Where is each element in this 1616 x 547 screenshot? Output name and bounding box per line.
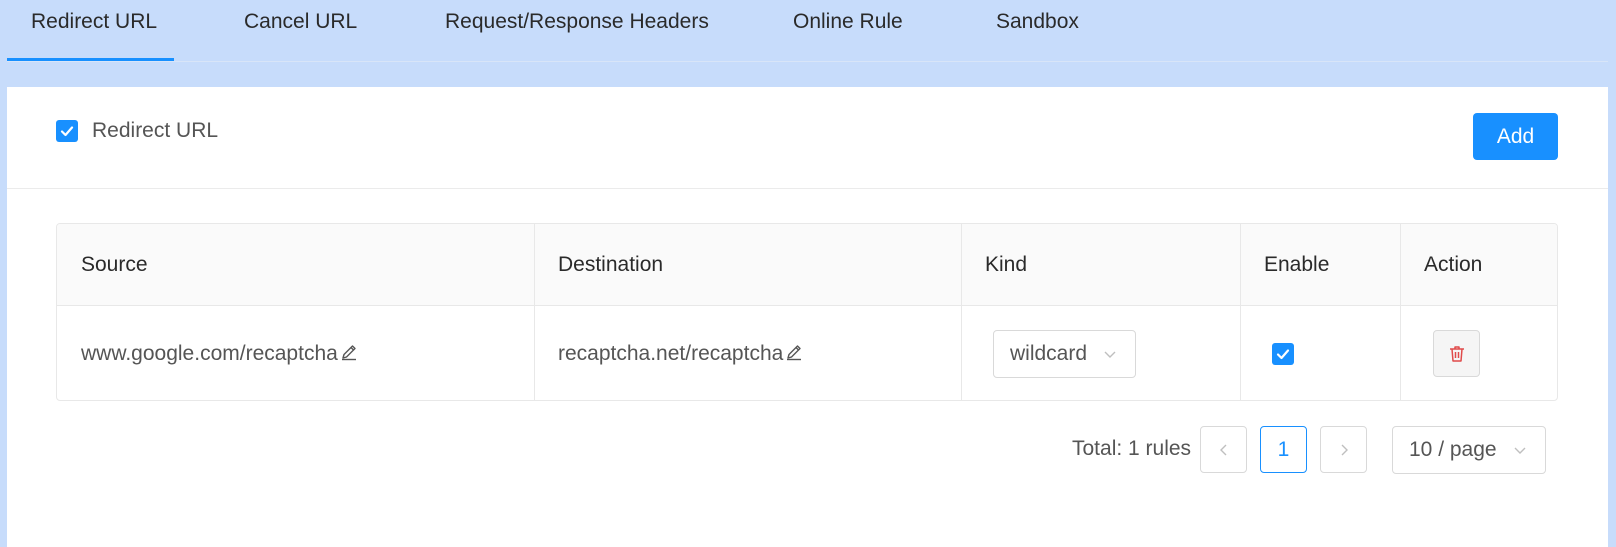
active-tab-indicator xyxy=(7,58,174,61)
delete-icon xyxy=(1449,345,1464,362)
tab-cancel-url[interactable]: Cancel URL xyxy=(244,0,357,44)
page-size-select[interactable]: 10 / page xyxy=(1392,426,1546,474)
column-header-kind: Kind xyxy=(985,253,1028,276)
tab-redirect-url[interactable]: Redirect URL xyxy=(31,0,157,44)
kind-select-value: wildcard xyxy=(1010,342,1088,365)
add-rule-button[interactable]: Add xyxy=(1473,113,1558,160)
tab-sandbox[interactable]: Sandbox xyxy=(996,0,1079,44)
kind-select[interactable]: wildcard xyxy=(993,330,1136,378)
card-header-divider xyxy=(7,188,1608,189)
prev-page-button[interactable] xyxy=(1200,426,1247,473)
source-text: www.google.com/recaptcha xyxy=(81,342,338,365)
enable-checkbox[interactable] xyxy=(1272,343,1294,365)
tab-online-rule[interactable]: Online Rule xyxy=(793,0,903,44)
tab-request-response-headers[interactable]: Request/Response Headers xyxy=(445,0,709,44)
pagination-total: Total: 1 rules xyxy=(1072,437,1192,460)
table-header: Source Destination Kind Enable Action xyxy=(57,224,1557,306)
chevron-left-icon xyxy=(1219,444,1226,455)
check-icon xyxy=(60,126,74,137)
destination-cell: recaptcha.net/recaptcha xyxy=(534,306,803,400)
column-header-action: Action xyxy=(1424,253,1483,276)
next-page-button[interactable] xyxy=(1320,426,1367,473)
redirect-url-enable-checkbox[interactable] xyxy=(56,120,78,142)
page-1-button[interactable]: 1 xyxy=(1260,426,1307,473)
column-header-enable: Enable xyxy=(1264,253,1330,276)
table-row: www.google.com/recaptcha recaptcha.net/r… xyxy=(57,306,1557,400)
page-size-value: 10 / page xyxy=(1409,438,1497,461)
chevron-down-icon xyxy=(1104,351,1116,358)
chevron-right-icon xyxy=(1341,444,1348,455)
rules-table: Source Destination Kind Enable Action ww… xyxy=(56,223,1558,401)
source-cell: www.google.com/recaptcha xyxy=(57,306,358,400)
chevron-down-icon xyxy=(1514,447,1526,454)
edit-icon[interactable] xyxy=(340,343,358,361)
destination-text: recaptcha.net/recaptcha xyxy=(558,342,784,365)
tab-bar: Redirect URL Cancel URL Request/Response… xyxy=(0,0,1616,62)
column-header-destination: Destination xyxy=(558,253,664,276)
edit-icon[interactable] xyxy=(785,343,803,361)
redirect-url-checkbox-label[interactable]: Redirect URL xyxy=(92,117,218,145)
tab-bar-divider xyxy=(7,61,1608,62)
rules-card: Redirect URL Add Source Destination Kind… xyxy=(7,87,1608,547)
check-icon xyxy=(1276,349,1290,360)
delete-rule-button[interactable] xyxy=(1433,330,1480,377)
column-header-source: Source xyxy=(81,253,148,276)
